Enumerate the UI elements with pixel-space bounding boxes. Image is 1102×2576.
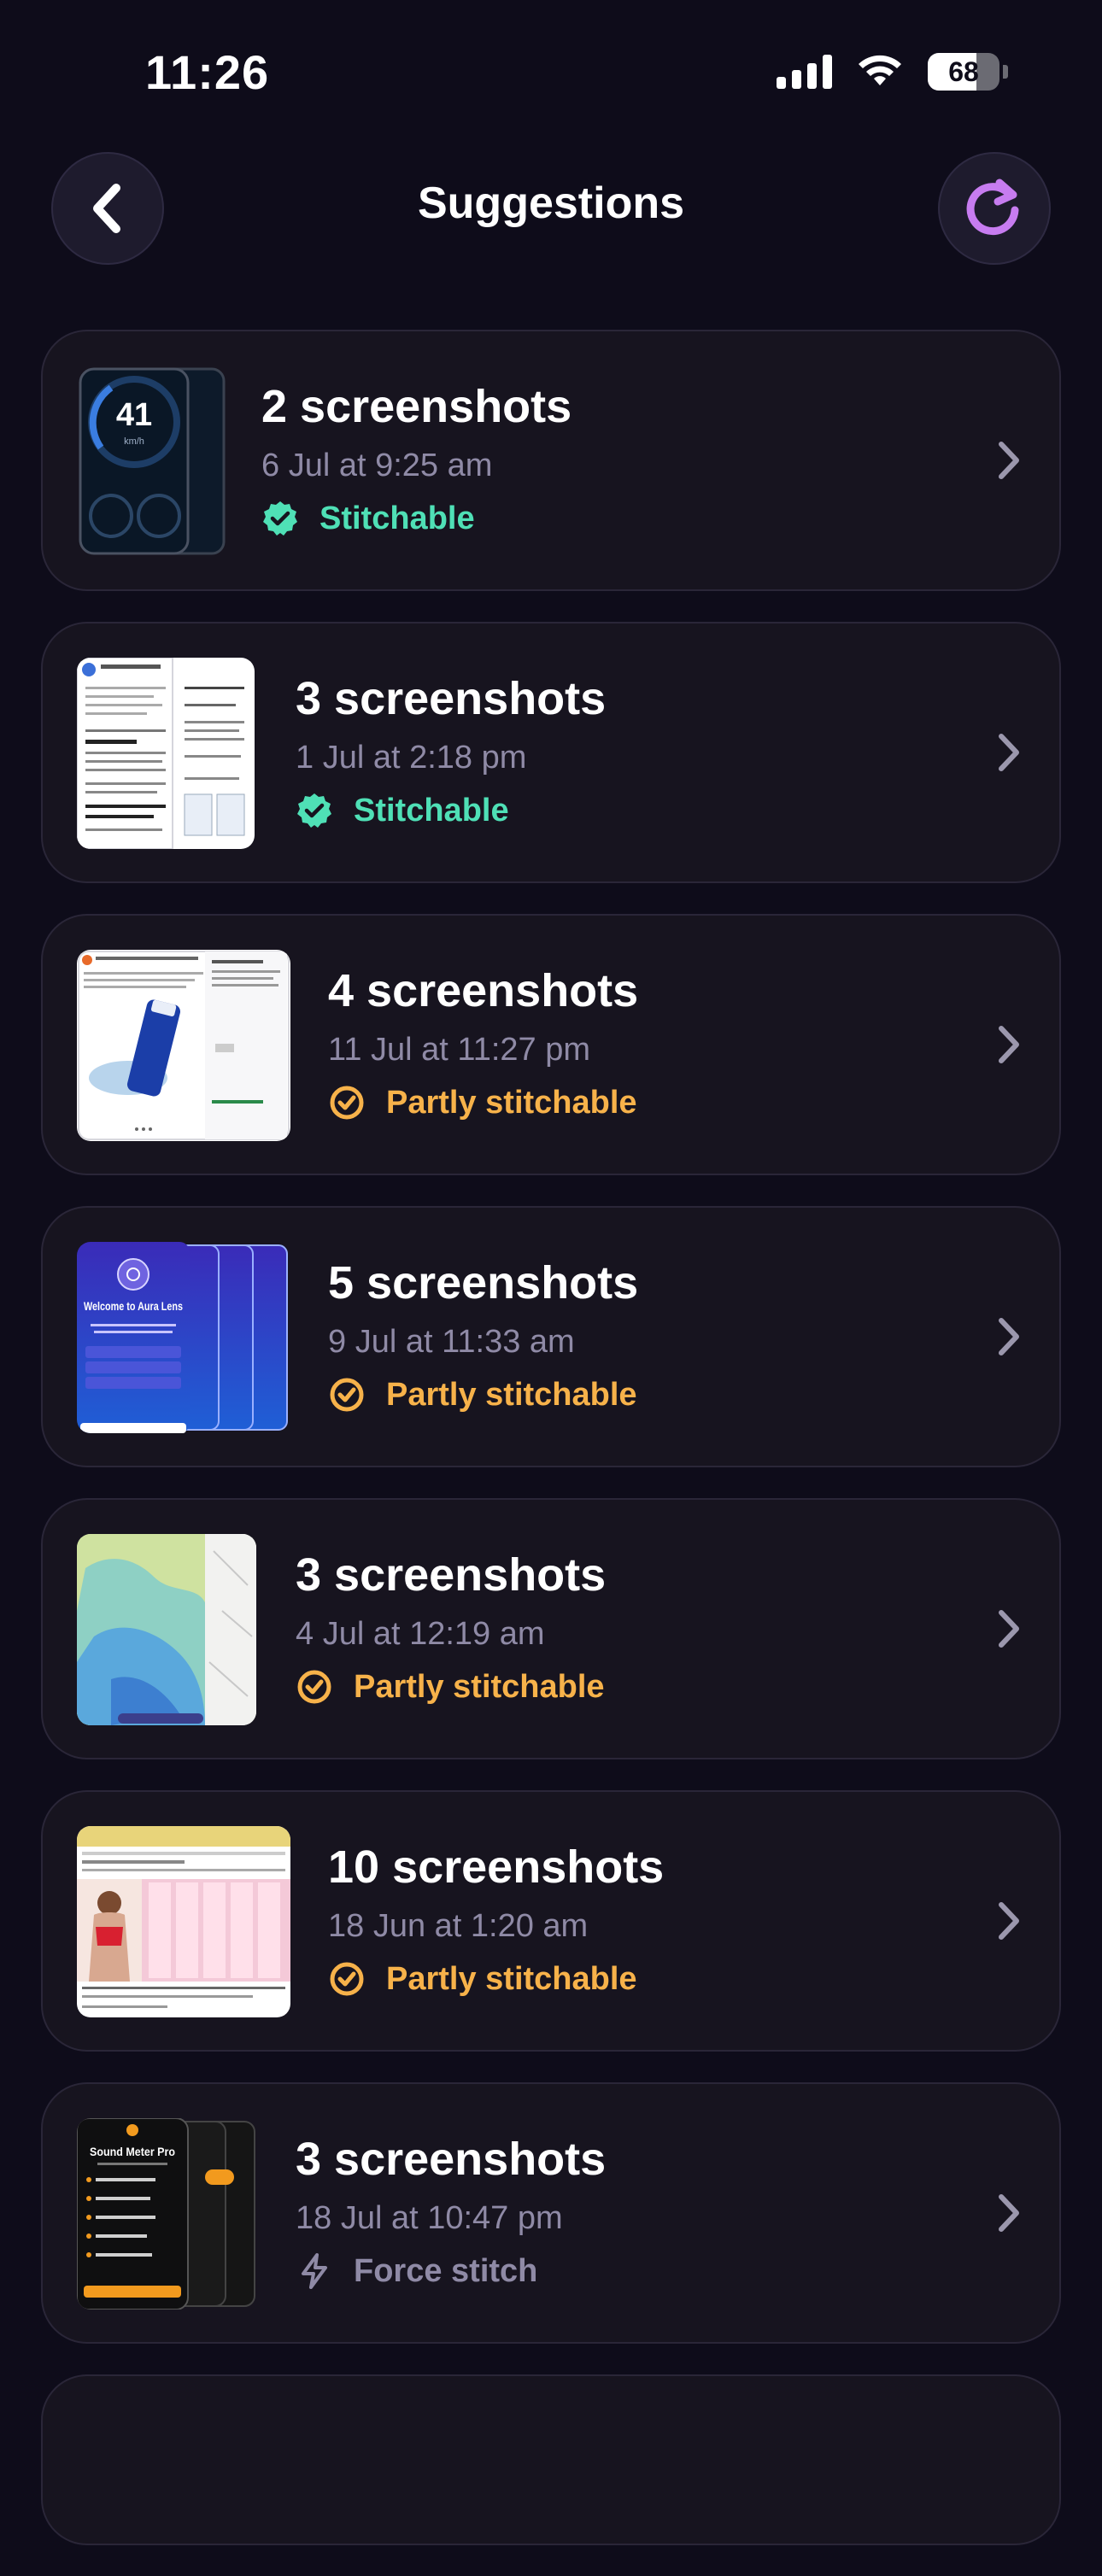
status-label: Partly stitchable [354, 1669, 605, 1705]
chevron-right-icon [999, 1610, 1019, 1648]
capture-date: 9 Jul at 11:33 am [328, 1324, 575, 1360]
suggestion-card[interactable]: Welcome to Aura Lens 5 screenshots 9 Jul… [41, 1206, 1061, 1467]
weather-map-screenshots-thumbnail [77, 1534, 256, 1725]
card-text: 10 screenshots 18 Jun at 1:20 am Partly … [328, 1840, 664, 1999]
skincare-product-screenshots-thumbnail [77, 950, 290, 1141]
suggestions-list: 41 km/h 2 screenshots 6 Jul at 9:25 am S… [41, 330, 1061, 2576]
capture-date: 4 Jul at 12:19 am [296, 1616, 545, 1652]
verified-badge-icon [297, 793, 331, 828]
status-badge: Partly stitchable [328, 1959, 664, 1999]
capture-date: 6 Jul at 9:25 am [261, 448, 493, 483]
shopping-feed-screenshots-thumbnail [77, 1826, 290, 2017]
suggestion-card[interactable]: 3 screenshots 4 Jul at 12:19 am Partly s… [41, 1498, 1061, 1759]
chevron-right-icon [999, 2194, 1019, 2232]
suggestion-card[interactable]: Sound Meter Pro 3 screenshots 18 Jul at … [41, 2082, 1061, 2344]
card-text: 5 screenshots 9 Jul at 11:33 am Partly s… [328, 1256, 638, 1414]
screenshot-count: 5 screenshots [328, 1257, 639, 1308]
status-label: Stitchable [319, 501, 475, 536]
capture-date: 1 Jul at 2:18 pm [296, 740, 527, 776]
screenshot-count: 3 screenshots [296, 2134, 607, 2185]
aura-lens-onboarding-screenshots-thumbnail: Welcome to Aura Lens [77, 1242, 290, 1433]
suggestion-card[interactable]: 10 screenshots 18 Jun at 1:20 am Partly … [41, 1790, 1061, 2052]
suggestion-card[interactable]: 41 km/h 2 screenshots 6 Jul at 9:25 am S… [41, 330, 1061, 591]
chevron-right-icon [999, 1902, 1019, 1940]
refresh-button[interactable] [938, 152, 1051, 265]
status-time: 11:26 [145, 45, 270, 99]
card-text: 2 screenshots 6 Jul at 9:25 am Stitchabl… [261, 379, 572, 538]
verified-badge-icon [263, 501, 297, 536]
page-title: Suggestions [417, 179, 685, 228]
thumb-speed: 41 [116, 397, 152, 433]
screenshot-count: 4 screenshots [328, 965, 639, 1016]
capture-date: 18 Jun at 1:20 am [328, 1908, 589, 1944]
screenshot-count: 2 screenshots [261, 381, 572, 432]
capture-date: 11 Jul at 11:27 pm [328, 1032, 591, 1068]
chevron-right-icon [999, 1318, 1019, 1355]
suggestion-card[interactable] [41, 2374, 1061, 2545]
check-circle-icon [330, 1378, 364, 1412]
battery-cap [1003, 65, 1008, 79]
chevron-right-icon [999, 1026, 1019, 1063]
card-text: 3 screenshots 18 Jul at 10:47 pm Force s… [296, 2132, 606, 2291]
thumb-speed-unit: km/h [124, 436, 144, 447]
battery-percentage: 68 [948, 56, 979, 87]
sound-meter-pro-screenshots-thumbnail: Sound Meter Pro [77, 2118, 256, 2310]
speedometer-screenshots-thumbnail: 41 km/h [77, 366, 227, 557]
card-text: 4 screenshots 11 Jul at 11:27 pm Partly … [328, 963, 638, 1122]
capture-date: 18 Jul at 10:47 pm [296, 2200, 563, 2236]
thumb-sound-title: Sound Meter Pro [90, 2145, 175, 2158]
suggestion-card[interactable]: 3 screenshots 1 Jul at 2:18 pm Stitchabl… [41, 622, 1061, 883]
battery-icon: 68 [928, 53, 999, 91]
check-circle-icon [330, 1086, 364, 1120]
status-label: Partly stitchable [386, 1377, 637, 1413]
status-badge: Partly stitchable [296, 1667, 606, 1707]
check-circle-icon [330, 1962, 364, 1996]
wifi-icon [859, 55, 901, 85]
email-screenshots-thumbnail [77, 658, 255, 849]
status-bar: 11:26 68 [0, 0, 1102, 137]
status-badge: Stitchable [296, 791, 606, 830]
lightning-bolt-icon [302, 2253, 327, 2289]
check-circle-icon [297, 1670, 331, 1704]
chevron-right-icon [999, 442, 1019, 479]
status-label: Stitchable [354, 793, 509, 828]
status-label: Partly stitchable [386, 1961, 637, 1997]
chevron-right-icon [999, 734, 1019, 771]
thumb-aura-title: Welcome to Aura Lens [84, 1299, 183, 1313]
status-label: Force stitch [354, 2253, 538, 2289]
status-label: Partly stitchable [386, 1085, 637, 1121]
status-badge: Partly stitchable [328, 1083, 638, 1122]
screenshot-count: 10 screenshots [328, 1841, 665, 1893]
suggestion-card[interactable]: 4 screenshots 11 Jul at 11:27 pm Partly … [41, 914, 1061, 1175]
refresh-icon [966, 179, 1019, 236]
status-badge: Partly stitchable [328, 1375, 638, 1414]
status-badge: Force stitch [296, 2251, 606, 2291]
card-text: 3 screenshots 1 Jul at 2:18 pm Stitchabl… [296, 671, 606, 830]
screenshot-count: 3 screenshots [296, 1549, 607, 1601]
card-text: 3 screenshots 4 Jul at 12:19 am Partly s… [296, 1548, 606, 1707]
screenshot-count: 3 screenshots [296, 673, 607, 724]
cellular-signal-icon [777, 55, 832, 89]
status-icons: 68 [777, 53, 1008, 91]
status-badge: Stitchable [261, 499, 572, 538]
